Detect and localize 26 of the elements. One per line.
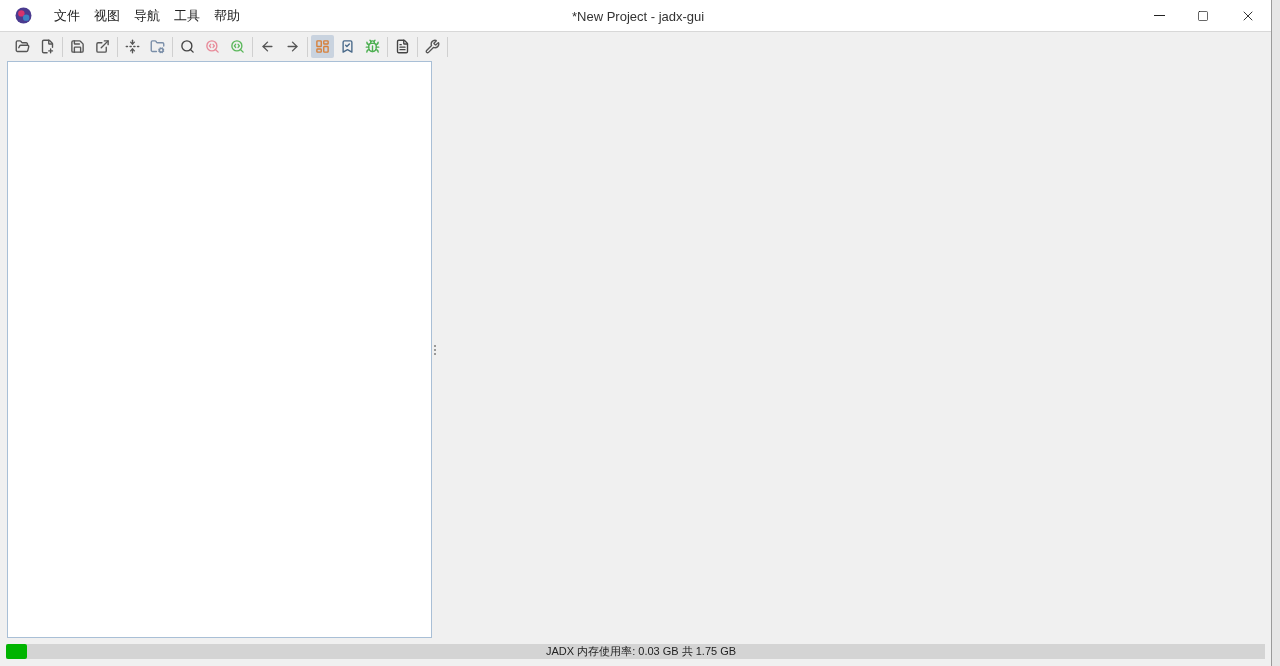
menu-item[interactable]: 工具 (167, 3, 207, 28)
search-icon (180, 39, 195, 54)
menu-item[interactable]: 帮助 (207, 3, 247, 28)
save-icon (70, 39, 85, 54)
memory-usage-text: JADX 内存使用率: 0.03 GB 共 1.75 GB (546, 644, 737, 659)
forward-icon (285, 39, 300, 54)
search-icon (230, 39, 245, 54)
folder-open-icon (15, 39, 30, 54)
collapse-icon (125, 39, 140, 54)
wrench-icon (425, 39, 440, 54)
window-title: *New Project - jadx-gui (572, 8, 705, 26)
file-plus-icon (40, 39, 55, 54)
layout-icon (315, 39, 330, 54)
app-logo-icon (15, 7, 32, 24)
folder-gear-icon (150, 39, 165, 54)
menu-item[interactable]: 导航 (127, 3, 167, 28)
maximize-icon (1197, 9, 1209, 22)
back-icon (260, 39, 275, 54)
menu-item[interactable]: 视图 (87, 3, 127, 28)
export-icon (95, 39, 110, 54)
minimize-icon (1153, 15, 1165, 16)
menu-item[interactable]: 文件 (47, 3, 87, 28)
search-icon (205, 39, 220, 54)
log-icon (395, 39, 410, 54)
bookmark-icon (340, 39, 355, 54)
bug-icon (365, 39, 380, 54)
